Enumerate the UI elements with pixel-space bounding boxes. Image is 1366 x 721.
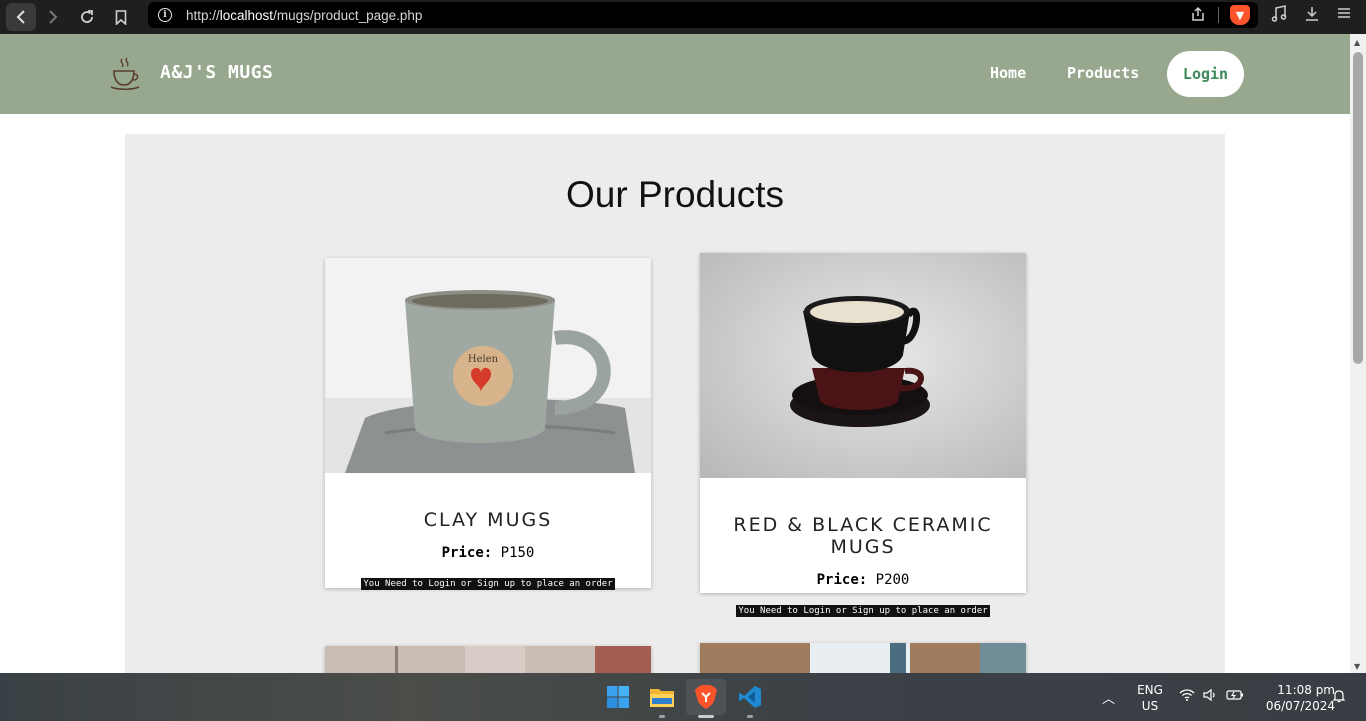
volume-icon[interactable] [1202, 688, 1218, 705]
address-divider [1218, 7, 1219, 23]
vscode-running-indicator [747, 715, 753, 718]
url-text[interactable]: http://localhost/mugs/product_page.php [186, 8, 422, 23]
product-card: RED & BLACK CERAMIC MUGS Price: P200 You… [700, 253, 1026, 617]
wifi-icon[interactable] [1179, 688, 1195, 705]
nav-products-link[interactable]: Products [1067, 64, 1139, 82]
scroll-thumb[interactable] [1353, 52, 1363, 364]
site-info-icon[interactable]: i [158, 8, 172, 22]
helen-stamp-text: Helen [468, 354, 499, 365]
site-navbar: A&J'S MUGS Home Products Login [0, 34, 1350, 114]
explorer-running-indicator [659, 715, 665, 718]
scroll-down-icon[interactable]: ▼ [1354, 662, 1360, 671]
brave-active-indicator [698, 715, 714, 718]
product-card: Helen CLAY MUGS Price: P150 You Need to … [325, 258, 651, 590]
address-bar[interactable]: i http://localhost/mugs/product_page.php… [148, 2, 1258, 28]
notification-bell-icon[interactable] [1331, 688, 1347, 707]
product-name: CLAY MUGS [423, 509, 553, 531]
clay-mug-photo[interactable]: Helen [325, 258, 651, 473]
bookmark-icon[interactable] [104, 3, 138, 31]
windows-start-icon[interactable] [602, 681, 634, 713]
brave-browser-icon[interactable] [690, 681, 722, 713]
login-notice[interactable]: You Need to Login or Sign up to place an… [361, 578, 615, 590]
browser-toolbar: i http://localhost/mugs/product_page.php… [0, 0, 1366, 34]
clock[interactable]: 11:08 pm 06/07/2024 [1255, 682, 1335, 714]
ceramic-mugs-photo[interactable] [700, 253, 1026, 478]
nav-home-link[interactable]: Home [990, 64, 1026, 82]
file-explorer-icon[interactable] [646, 681, 678, 713]
forward-icon[interactable] [36, 3, 70, 31]
page-scrollbar[interactable]: ▲ ▼ [1350, 34, 1366, 673]
brave-shields-icon[interactable]: ▼ [1230, 5, 1250, 25]
product-name: RED & BLACK CERAMIC MUGS [733, 514, 993, 558]
back-icon[interactable] [6, 3, 36, 31]
site-brand[interactable]: A&J'S MUGS [160, 62, 273, 83]
login-notice[interactable]: You Need to Login or Sign up to place an… [736, 605, 990, 617]
reload-icon[interactable] [70, 3, 104, 31]
products-section: Our Products Helen CLAY MUGS Price: P150… [125, 134, 1225, 686]
login-button[interactable]: Login [1167, 51, 1244, 97]
windows-taskbar: ︿ ENG US 11:08 pm 06/07/2024 [0, 673, 1366, 721]
menu-icon[interactable] [1336, 5, 1352, 25]
page-title: Our Products [566, 174, 784, 215]
product-price: Price: P200 [816, 572, 910, 588]
vscode-icon[interactable] [734, 681, 766, 713]
language-indicator[interactable]: ENG US [1134, 682, 1166, 714]
battery-icon[interactable] [1226, 688, 1244, 705]
scroll-up-icon[interactable]: ▲ [1354, 38, 1360, 47]
product-price: Price: P150 [441, 545, 535, 561]
coffee-cup-logo-icon[interactable] [108, 56, 142, 92]
share-icon[interactable] [1190, 6, 1206, 26]
show-hidden-icons-icon[interactable]: ︿ [1102, 688, 1115, 707]
download-icon[interactable] [1303, 5, 1321, 27]
media-icon[interactable] [1270, 5, 1288, 27]
